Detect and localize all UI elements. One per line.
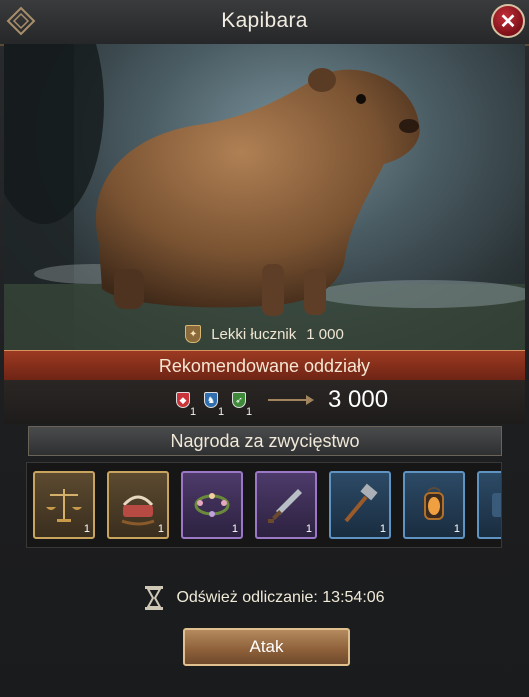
close-button[interactable]: ✕ (491, 4, 525, 38)
refresh-countdown: Odśwież odliczanie: 13:54:06 (0, 584, 529, 612)
blue-horse-icon: ♞ (204, 392, 218, 408)
archer-unit-icon: ✦ (185, 325, 202, 343)
item-quantity: 1 (305, 523, 312, 535)
monster-portrait: ✦ Lekki łucznik 1 000 (4, 44, 525, 350)
refresh-countdown-label: Odśwież odliczanie: 13:54:06 (176, 589, 385, 606)
attack-button[interactable]: Atak (183, 628, 350, 666)
green-bow-icon: ➶ (232, 392, 246, 408)
close-icon: ✕ (499, 10, 517, 33)
reward-item[interactable]: 1 (181, 471, 243, 539)
enemy-info: ✦ Lekki łucznik 1 000 (4, 324, 525, 344)
recommended-power: 3 000 (328, 386, 389, 413)
enemy-unit-type: Lekki łucznik (211, 325, 297, 343)
dagger-icon (268, 489, 302, 523)
item-quantity: 1 (453, 523, 460, 535)
recommended-troops-header: Rekomendowane oddziały (4, 350, 525, 382)
arrow-icon (268, 395, 314, 405)
capybara-illustration (4, 44, 525, 350)
hammer-icon (344, 483, 378, 523)
red-shield-icon: ◆ (176, 392, 190, 408)
item-quantity: 1 (83, 523, 90, 535)
troop-count: 1 (246, 406, 253, 418)
window-title: Kapibara (221, 9, 308, 32)
reward-item[interactable]: 1 (329, 471, 391, 539)
item-quantity: 1 (157, 523, 164, 535)
reward-item[interactable] (477, 471, 501, 539)
troop-archer: ➶ 1 (232, 392, 252, 418)
reward-header: Nagroda za zwycięstwo (28, 426, 502, 456)
reward-item[interactable]: 1 (403, 471, 465, 539)
dialog-window: Kapibara ✕ ✦ Lekki łucznik 1 000 Rekomen… (0, 0, 529, 697)
hourglass-icon (145, 586, 164, 610)
item-quantity: 1 (231, 523, 238, 535)
item-quantity: 1 (379, 523, 386, 535)
troop-infantry: ◆ 1 (176, 392, 196, 418)
reward-item[interactable]: 1 (107, 471, 169, 539)
partial-item-icon (492, 493, 501, 517)
flower-wreath-icon (194, 493, 230, 517)
reward-item[interactable]: 1 (33, 471, 95, 539)
reward-item[interactable]: 1 (255, 471, 317, 539)
recommended-troops-bar: ◆ 1 ♞ 1 ➶ 1 3 000 (4, 380, 525, 424)
troop-count: 1 (190, 406, 197, 418)
troop-count: 1 (218, 406, 225, 418)
lantern-icon (424, 487, 444, 520)
reward-list[interactable]: 1 1 1 1 1 1 (26, 462, 502, 548)
troop-cavalry: ♞ 1 (204, 392, 224, 418)
scales-icon (46, 489, 82, 522)
title-bar: Kapibara ✕ (0, 0, 529, 46)
cradle-icon (121, 495, 155, 526)
enemy-unit-count: 1 000 (306, 325, 344, 343)
